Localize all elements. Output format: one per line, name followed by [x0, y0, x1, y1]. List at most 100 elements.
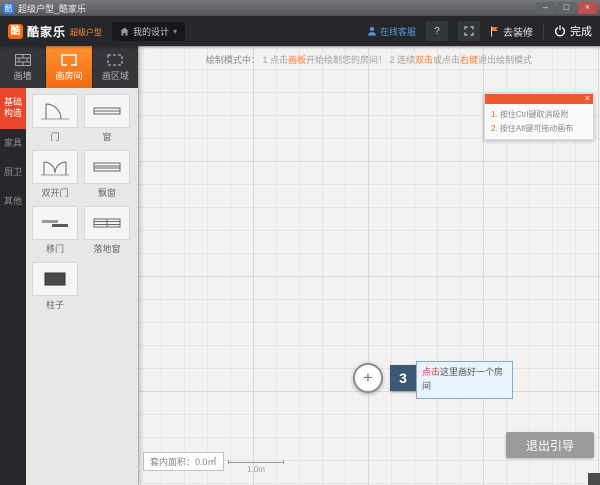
tool-draw-wall[interactable]: 画墙	[0, 46, 46, 88]
close-icon[interactable]: ×	[585, 92, 590, 104]
app-icon: 酷	[3, 3, 14, 14]
bay-window-icon	[84, 150, 130, 184]
decorate-label: 去装修	[503, 24, 533, 39]
tip-line-number: 1.	[491, 110, 498, 119]
scale-ruler: 1.0m	[228, 460, 284, 474]
draw-tools: 画墙 画房间 画区域	[0, 46, 138, 88]
window-controls: – □ ×	[536, 2, 597, 14]
tab-other[interactable]: 其他	[0, 187, 26, 216]
mode-step1-rest: 开始绘制您的房间！	[306, 55, 387, 65]
tab-furniture[interactable]: 家具	[0, 129, 26, 158]
window-icon	[84, 94, 130, 128]
mode-step2-rest: 退出绘制模式	[478, 55, 532, 65]
draw-start-point[interactable]: +	[353, 363, 383, 393]
online-service-label: 在线客服	[380, 25, 416, 38]
flag-icon	[490, 26, 499, 37]
guide-step-badge: 3	[390, 365, 416, 391]
guide-tooltip-highlight: 点击	[422, 367, 440, 377]
window-title: 超级户型_酷家乐	[18, 2, 532, 15]
guide-tooltip: 点击这里画好一个房间	[416, 361, 513, 399]
tool-label: 画房间	[55, 69, 82, 82]
mode-step2-highlight1: 双击	[415, 55, 433, 65]
area-value: 0.0㎡	[195, 457, 217, 467]
wall-icon	[15, 53, 31, 67]
mode-step1-highlight: 画板	[288, 55, 306, 65]
scale-line	[228, 460, 284, 464]
logo-text: 酷家乐	[27, 23, 66, 40]
tab-basic-structure[interactable]: 基础构造	[0, 88, 26, 129]
room-icon	[61, 53, 77, 67]
mode-step2-mid: 或点击	[433, 55, 460, 65]
tip-line: 2. 按住Alt键可拖动画布	[491, 122, 587, 136]
palette-item-label: 窗	[102, 130, 111, 143]
tip-line: 1. 按住Ctrl键取消吸附	[491, 108, 587, 122]
minimize-button[interactable]: –	[536, 2, 555, 14]
area-icon	[107, 53, 123, 67]
tool-draw-room[interactable]: 画房间	[46, 46, 92, 88]
palette-item-sliding-door[interactable]: 移门	[30, 206, 80, 255]
shortcut-tip-box: × 1. 按住Ctrl键取消吸附 2. 按住Alt键可拖动画布	[484, 93, 594, 140]
my-design-label: 我的设计	[133, 25, 169, 38]
tool-label: 画墙	[14, 69, 32, 82]
pillar-icon	[32, 262, 78, 296]
logo: 酷 酷家乐 超级户型	[8, 23, 102, 40]
tip-box-header: ×	[485, 94, 593, 104]
palette-item-label: 移门	[46, 242, 64, 255]
help-icon: ?	[434, 26, 440, 37]
panel-lower: 基础构造 家具 厨卫 其他 门	[0, 88, 138, 485]
plus-icon: +	[363, 369, 373, 386]
palette-item-label: 门	[50, 130, 59, 143]
home-icon	[120, 27, 129, 36]
header-divider	[543, 23, 544, 39]
drawing-canvas[interactable]: 绘制模式中： 1 点击画板开始绘制您的房间！ 2 连续双击或点击右键退出绘制模式…	[138, 46, 600, 485]
left-panel: 画墙 画房间 画区域 基础构造 家具	[0, 46, 138, 485]
main-body: 画墙 画房间 画区域 基础构造 家具	[0, 46, 600, 485]
mode-step2: 2 连续	[387, 55, 415, 65]
online-service-button[interactable]: 在线客服	[367, 25, 416, 38]
palette-item-label: 双开门	[41, 186, 68, 199]
kujiale-logo-icon: 酷	[8, 24, 23, 39]
area-label: 套内面积：	[150, 457, 195, 467]
mode-step1: 1 点击	[260, 55, 288, 65]
palette-item-label: 落地窗	[93, 242, 120, 255]
maximize-button[interactable]: □	[557, 2, 576, 14]
tip-box-body: 1. 按住Ctrl键取消吸附 2. 按住Alt键可拖动画布	[485, 104, 593, 139]
decorate-button[interactable]: 去装修	[490, 24, 533, 39]
fullscreen-button[interactable]	[458, 21, 480, 41]
finish-label: 完成	[570, 23, 592, 39]
palette-item-label: 飘窗	[98, 186, 116, 199]
sliding-door-icon	[32, 206, 78, 240]
floor-window-icon	[84, 206, 130, 240]
help-button[interactable]: ?	[426, 21, 448, 41]
app-window: 酷 超级户型_酷家乐 – □ × 酷 酷家乐 超级户型 我的设计 ▾ 在线客服	[0, 0, 600, 485]
tool-draw-area[interactable]: 画区域	[93, 46, 138, 88]
person-icon	[367, 26, 377, 36]
palette-item-pillar[interactable]: 柱子	[30, 262, 80, 311]
tip-line-number: 2.	[491, 124, 498, 133]
finish-button[interactable]: 完成	[554, 23, 592, 39]
power-icon	[554, 25, 566, 37]
palette-item-floor-window[interactable]: 落地窗	[82, 206, 132, 255]
corner-handle[interactable]	[588, 473, 600, 485]
scale-label: 1.0m	[228, 465, 284, 474]
header: 酷 酷家乐 超级户型 我的设计 ▾ 在线客服 ?	[0, 16, 600, 46]
palette-item-bay-window[interactable]: 飘窗	[82, 150, 132, 199]
double-door-icon	[32, 150, 78, 184]
tool-label: 画区域	[102, 69, 129, 82]
mode-label: 绘制模式中：	[206, 55, 260, 65]
tip-line-text: 按住Alt键可拖动画布	[500, 124, 573, 133]
palette-item-door[interactable]: 门	[30, 94, 80, 143]
door-icon	[32, 94, 78, 128]
component-palette: 门 窗 双开门	[26, 88, 138, 485]
close-button[interactable]: ×	[578, 2, 597, 14]
fullscreen-icon	[464, 26, 474, 36]
palette-item-window[interactable]: 窗	[82, 94, 132, 143]
titlebar: 酷 超级户型_酷家乐 – □ ×	[0, 0, 600, 16]
tab-kitchen-bath[interactable]: 厨卫	[0, 158, 26, 187]
tip-line-text: 按住Ctrl键取消吸附	[500, 110, 568, 119]
palette-item-double-door[interactable]: 双开门	[30, 150, 80, 199]
area-indicator: 套内面积：0.0㎡	[143, 452, 224, 471]
exit-guide-button[interactable]: 退出引导	[506, 432, 594, 458]
my-design-menu[interactable]: 我的设计 ▾	[112, 22, 185, 41]
palette-item-label: 柱子	[46, 298, 64, 311]
